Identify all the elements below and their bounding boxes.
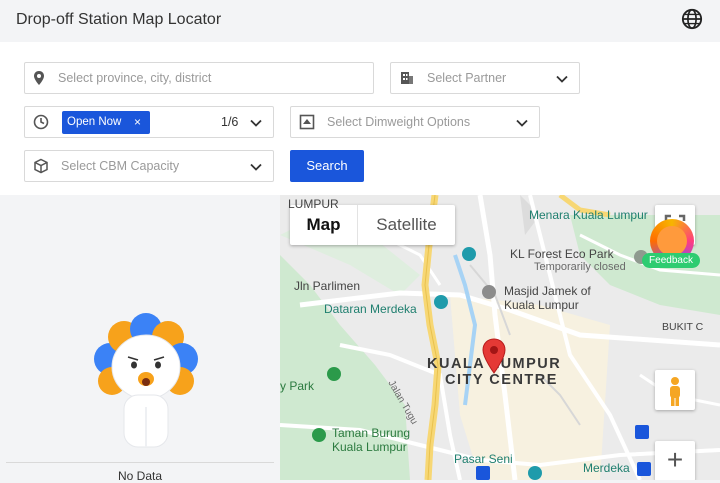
cbm-placeholder: Select CBM Capacity xyxy=(61,159,180,173)
partner-select[interactable]: Select Partner xyxy=(390,62,580,94)
clock-icon xyxy=(33,114,49,130)
cbm-select[interactable]: Select CBM Capacity xyxy=(24,150,274,182)
dimweight-placeholder: Select Dimweight Options xyxy=(327,115,471,129)
transit-icon xyxy=(635,425,649,439)
open-now-tag: Open Now × xyxy=(62,111,150,134)
location-marker-icon[interactable] xyxy=(481,338,507,374)
map-label: Taman Burung xyxy=(332,426,411,440)
mosque-icon xyxy=(482,285,496,299)
feedback-widget[interactable]: Feedback xyxy=(640,217,702,273)
building-icon xyxy=(401,72,413,84)
location-placeholder: Select province, city, district xyxy=(58,71,212,85)
chevron-down-icon xyxy=(556,75,568,83)
map-label: BUKIT C xyxy=(662,321,704,333)
tag-close-icon[interactable]: × xyxy=(134,115,141,129)
map-label: KL Forest Eco Park xyxy=(510,247,614,261)
feedback-label: Feedback xyxy=(642,253,700,268)
location-select[interactable]: Select province, city, district xyxy=(24,62,374,94)
map-label: Temporarily closed xyxy=(534,261,626,273)
hours-select[interactable]: Open Now × 1/6 xyxy=(24,106,274,138)
chevron-down-icon xyxy=(250,119,262,127)
zoom-in-button[interactable]: + xyxy=(655,441,695,480)
empty-state-text: No Data xyxy=(117,469,163,483)
feedback-hand-icon xyxy=(657,226,687,256)
attraction-icon xyxy=(462,247,476,261)
tag-label: Open Now xyxy=(67,116,122,128)
pegman-icon xyxy=(670,377,680,406)
search-button[interactable]: Search xyxy=(290,150,364,182)
results-panel: No Data xyxy=(0,195,280,483)
app-header: Drop-off Station Map Locator xyxy=(0,0,720,42)
dimweight-select[interactable]: Select Dimweight Options xyxy=(290,106,540,138)
selection-count: 1/6 xyxy=(221,115,239,129)
map-label: Kuala Lumpur xyxy=(332,440,407,454)
map-label: Masjid Jamek of xyxy=(504,284,591,298)
page-title: Drop-off Station Map Locator xyxy=(16,11,222,28)
location-pin-icon xyxy=(34,71,44,85)
camera-icon xyxy=(528,466,542,480)
park-icon xyxy=(312,428,326,442)
map-label: Kuala Lumpur xyxy=(504,298,579,312)
map-label: Pasar Seni xyxy=(454,452,513,466)
park-icon xyxy=(327,367,341,381)
scale-icon xyxy=(299,114,315,130)
globe-icon[interactable] xyxy=(681,8,703,30)
map-view[interactable]: Map Satellite LUMPUR Menara Kuala Lumpur… xyxy=(280,195,720,480)
chevron-down-icon xyxy=(250,163,262,171)
attraction-icon xyxy=(434,295,448,309)
map-label: Merdeka xyxy=(583,461,630,475)
divider xyxy=(6,462,274,463)
map-type-satellite-option[interactable]: Satellite xyxy=(358,205,455,245)
empty-mascot-illustration xyxy=(94,313,198,448)
map-label: CITY CENTRE xyxy=(445,372,558,388)
transit-icon xyxy=(637,462,651,476)
chevron-down-icon xyxy=(516,119,528,127)
street-view-button[interactable] xyxy=(655,370,695,410)
map-label: Dataran Merdeka xyxy=(324,302,417,316)
map-label: Jln Parlimen xyxy=(294,279,361,293)
map-label: Menara Kuala Lumpur xyxy=(529,208,648,222)
map-label: y Park xyxy=(280,379,315,393)
partner-placeholder: Select Partner xyxy=(427,71,507,85)
map-label: LUMPUR xyxy=(288,197,339,211)
transit-icon xyxy=(476,466,490,480)
box-icon xyxy=(34,158,48,174)
